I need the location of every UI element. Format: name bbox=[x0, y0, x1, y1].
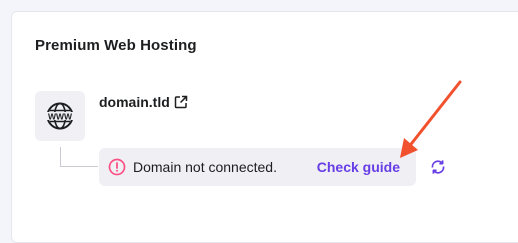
www-globe-icon: WWW bbox=[35, 91, 85, 141]
domain-row: domain.tld bbox=[99, 94, 189, 110]
domain-status-alert: Domain not connected. Check guide bbox=[99, 148, 416, 186]
tree-connector bbox=[60, 147, 98, 167]
card-title: Premium Web Hosting bbox=[35, 37, 197, 54]
svg-text:WWW: WWW bbox=[48, 111, 73, 121]
alert-circle-icon bbox=[108, 158, 126, 176]
external-link-icon[interactable] bbox=[173, 94, 189, 110]
check-guide-link[interactable]: Check guide bbox=[317, 159, 400, 175]
domain-name: domain.tld bbox=[99, 94, 170, 110]
refresh-icon[interactable] bbox=[429, 158, 447, 176]
alert-message: Domain not connected. bbox=[133, 159, 277, 175]
